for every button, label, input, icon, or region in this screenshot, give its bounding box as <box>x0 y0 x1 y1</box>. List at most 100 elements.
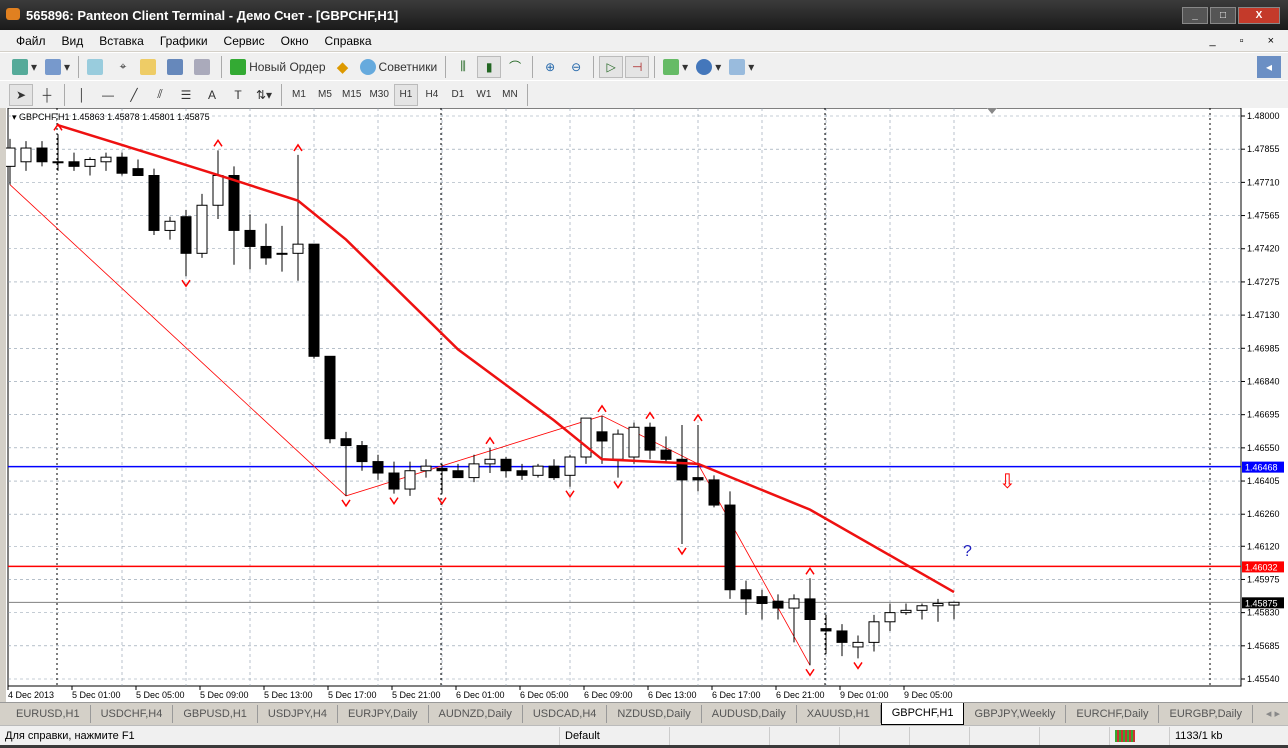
timeframe-m30[interactable]: M30 <box>366 84 391 106</box>
mdi-minimize[interactable]: _ <box>1202 35 1224 47</box>
price-chart[interactable]: 1.464681.460321.45875 1.480001.478551.47… <box>4 107 1288 702</box>
chart-tab[interactable]: GBPUSD,H1 <box>173 704 258 723</box>
chart-tab[interactable]: EURCHF,Daily <box>1066 704 1160 723</box>
horizontal-line-button[interactable]: — <box>96 84 120 106</box>
chart-tab[interactable]: USDCAD,H4 <box>523 704 608 723</box>
zoom-out-button[interactable]: ⊖ <box>564 56 588 78</box>
candle-body <box>740 589 752 600</box>
minimize-button[interactable]: _ <box>1182 7 1208 24</box>
terminal-button[interactable] <box>164 56 189 78</box>
warning-button[interactable]: ◆ <box>331 56 355 78</box>
chart-tab[interactable]: NZDUSD,Daily <box>607 704 702 723</box>
menu-insert[interactable]: Вставка <box>91 34 152 48</box>
chart-tab[interactable]: XAUUSD,H1 <box>797 704 881 723</box>
menu-tools[interactable]: Сервис <box>216 34 273 48</box>
zoom-in-button[interactable]: ⊕ <box>538 56 562 78</box>
candle-body <box>84 158 96 167</box>
templates-icon <box>729 58 746 75</box>
new-order-icon <box>230 58 247 75</box>
status-traffic: 1133/1 kb <box>1175 729 1223 742</box>
timeframe-h4[interactable]: H4 <box>420 84 444 106</box>
bar-chart-button[interactable]: ⫼ <box>451 56 475 78</box>
maximize-button[interactable]: □ <box>1210 7 1236 24</box>
line-chart-button[interactable]: ⌒ <box>503 56 527 78</box>
chart-window[interactable]: 1.46468 1.46032 1.45875 1.48000 1.47855 1.47… <box>4 107 1288 702</box>
menu-view[interactable]: Вид <box>54 34 92 48</box>
channel-icon: ⫽ <box>157 87 163 101</box>
timeframe-m5[interactable]: M5 <box>313 84 337 106</box>
chart-tab[interactable]: USDJPY,H4 <box>258 704 338 723</box>
profiles-button[interactable]: ▾ <box>42 56 73 78</box>
candle-body <box>692 477 704 481</box>
candle-body <box>660 449 672 460</box>
close-button[interactable]: X <box>1238 7 1280 24</box>
side-panel-button[interactable]: ◂ <box>1257 55 1281 78</box>
time-tick-label: 5 Dec 09:00 <box>200 690 249 700</box>
candle-body <box>228 175 240 231</box>
price-tick-label: 1.45975 <box>1247 574 1280 584</box>
chart-tab[interactable]: USDCHF,H4 <box>91 704 174 723</box>
candle-body <box>516 470 528 476</box>
timeframe-w1[interactable]: W1 <box>472 84 496 106</box>
timeframe-d1[interactable]: D1 <box>446 84 470 106</box>
price-label: 1.46032 <box>1245 562 1278 572</box>
timeframe-mn[interactable]: MN <box>498 84 522 106</box>
zoom-out-icon: ⊖ <box>571 59 582 74</box>
chart-tab[interactable]: GBPJPY,Weekly <box>964 704 1067 723</box>
menu-charts[interactable]: Графики <box>152 34 216 48</box>
mdi-close[interactable]: × <box>1260 35 1282 47</box>
menu-window[interactable]: Окно <box>273 34 317 48</box>
menu-help[interactable]: Справка <box>317 34 380 48</box>
chart-tab[interactable]: AUDUSD,Daily <box>702 704 797 723</box>
market-watch-button[interactable] <box>84 56 109 78</box>
candle-body <box>404 470 416 490</box>
plot-area <box>7 107 1242 687</box>
candle-body <box>116 156 128 174</box>
templates-button[interactable]: ▾ <box>726 56 757 78</box>
chart-tab[interactable]: AUDNZD,Daily <box>429 704 523 723</box>
candle-body <box>164 220 176 231</box>
navigator-icon <box>140 58 157 75</box>
chart-tab[interactable]: EURJPY,Daily <box>338 704 429 723</box>
time-tick-label: 6 Dec 09:00 <box>584 690 633 700</box>
autoscroll-button[interactable]: ▷ <box>599 55 624 78</box>
candle-body <box>324 355 336 440</box>
new-order-button[interactable]: Новый Ордер <box>227 56 328 78</box>
chart-tab[interactable]: GBPCHF,H1 <box>880 702 965 725</box>
chart-shift-button[interactable]: ⊣ <box>625 55 650 78</box>
text-button[interactable]: A <box>200 84 224 106</box>
candle-body <box>52 161 64 164</box>
menu-file[interactable]: Файл <box>8 34 54 48</box>
cursor-button[interactable]: ➤ <box>9 83 33 106</box>
data-window-button[interactable]: ⌖ <box>111 56 135 78</box>
trendline-button[interactable]: ╱ <box>122 84 146 106</box>
arrows-button[interactable]: ⇅▾ <box>252 84 276 106</box>
time-tick-label: 5 Dec 13:00 <box>264 690 313 700</box>
candle-body <box>276 252 288 255</box>
timeframe-m1[interactable]: M1 <box>287 84 311 106</box>
chart-tab[interactable]: EURUSD,H1 <box>6 704 91 723</box>
crosshair-button[interactable]: ┼ <box>35 84 59 106</box>
tab-scroll-arrows[interactable]: ◂ ▸ <box>1266 707 1280 720</box>
timeframe-h1[interactable]: H1 <box>393 83 418 106</box>
text-label-button[interactable]: T <box>226 84 250 106</box>
equidistant-channel-button[interactable]: ⫽ <box>148 84 172 106</box>
navigator-button[interactable] <box>137 56 162 78</box>
vertical-line-button[interactable]: │ <box>70 84 94 106</box>
experts-button[interactable]: Советники <box>357 56 441 78</box>
periods-button[interactable]: ▾ <box>693 56 724 78</box>
chart-tab[interactable]: EURGBP,Daily <box>1159 704 1254 723</box>
candlestick-button[interactable]: ▮ <box>477 55 502 78</box>
timeframe-m15[interactable]: M15 <box>339 84 364 106</box>
mdi-restore[interactable]: ▫ <box>1232 35 1252 47</box>
fibonacci-button[interactable]: ☰ <box>174 84 198 106</box>
candle-body <box>708 479 720 506</box>
tester-button[interactable] <box>191 56 216 78</box>
autoscroll-icon: ▷ <box>606 59 616 74</box>
indicators-button[interactable]: ▾ <box>660 56 691 78</box>
terminal-icon <box>167 58 184 75</box>
time-tick-label: 5 Dec 17:00 <box>328 690 377 700</box>
price-tick-label: 1.46120 <box>1247 541 1280 551</box>
new-chart-button[interactable]: ▾ <box>9 56 40 78</box>
candle-body <box>804 598 816 620</box>
